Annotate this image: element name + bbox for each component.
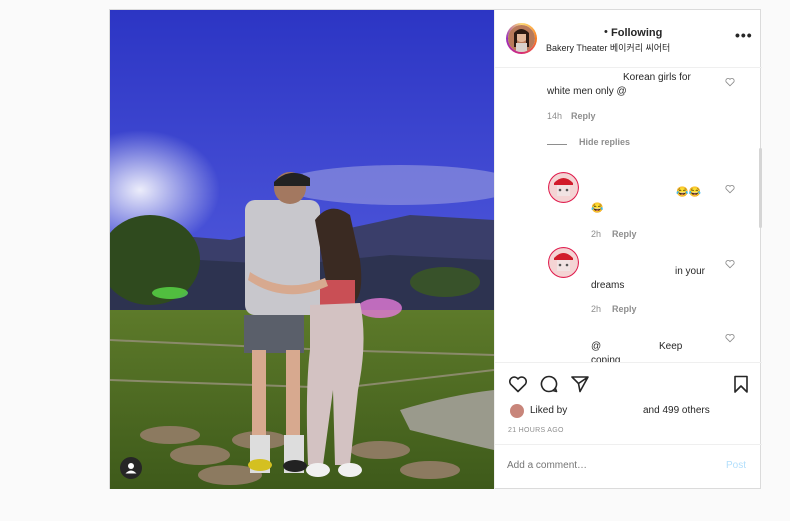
post-photo[interactable] xyxy=(110,10,494,489)
reply-text-line2: dreams xyxy=(591,280,625,291)
reply-text: in your xyxy=(675,266,706,277)
post-sidebar: • Following Bakery Theater 베이커리 씨어터 ••• … xyxy=(494,10,762,489)
post-comment-button[interactable]: Post xyxy=(726,460,746,471)
reply-text-mention[interactable]: @ xyxy=(591,340,601,354)
instagram-post: • Following Bakery Theater 베이커리 씨어터 ••• … xyxy=(109,9,762,489)
like-heart-icon[interactable] xyxy=(508,374,528,394)
share-icon[interactable] xyxy=(570,374,590,394)
reply-avatar[interactable] xyxy=(548,172,579,203)
reply-button[interactable]: Reply xyxy=(571,111,596,121)
comment-input[interactable] xyxy=(507,460,707,471)
comment-icon[interactable] xyxy=(539,374,559,394)
reply-text-line2: coping xyxy=(591,355,621,362)
author-avatar-image xyxy=(508,25,535,52)
likes-count-link[interactable]: and 499 others xyxy=(643,405,710,416)
comment-time: 14h xyxy=(547,111,563,121)
reply-button[interactable]: Reply xyxy=(612,229,637,239)
location-link[interactable]: Bakery Theater 베이커리 씨어터 xyxy=(546,41,670,54)
following-button[interactable]: Following xyxy=(611,27,662,39)
reply-emoji: 😂😂 xyxy=(676,187,701,198)
add-comment-bar: Post xyxy=(495,444,762,489)
like-comment-heart-icon[interactable] xyxy=(725,77,735,87)
comment-text-line2: white men only @ xyxy=(547,86,627,97)
hide-replies-line xyxy=(547,144,567,145)
post-photo-image xyxy=(110,10,494,489)
post-actions: Liked by and 499 others 21 HOURS AGO xyxy=(495,362,762,452)
like-reply-heart-icon[interactable] xyxy=(725,184,735,194)
reply-text: Keep xyxy=(659,341,683,352)
reply-button[interactable]: Reply xyxy=(612,304,637,314)
user-icon xyxy=(125,463,137,474)
liked-by-label: Liked by xyxy=(530,405,568,416)
post-timestamp[interactable]: 21 HOURS AGO xyxy=(508,427,564,434)
liker-avatar[interactable] xyxy=(510,404,524,418)
save-bookmark-icon[interactable] xyxy=(731,374,751,394)
reply-time: 2h xyxy=(591,229,602,239)
like-reply-heart-icon[interactable] xyxy=(725,259,735,269)
comments-list[interactable]: Korean girls for white men only @ 14h Re… xyxy=(495,68,762,362)
reply-avatar[interactable] xyxy=(548,247,579,278)
author-avatar[interactable] xyxy=(506,23,537,54)
hide-replies-button[interactable]: Hide replies xyxy=(579,137,630,147)
header-dot: • xyxy=(604,26,608,38)
like-reply-heart-icon[interactable] xyxy=(725,333,735,343)
reply-avatar-image xyxy=(548,247,579,278)
comment-text: Korean girls for xyxy=(623,72,691,83)
more-options-icon[interactable]: ••• xyxy=(735,27,753,43)
scrollbar-thumb[interactable] xyxy=(759,148,762,228)
author-photo xyxy=(508,25,535,52)
post-header: • Following Bakery Theater 베이커리 씨어터 ••• xyxy=(495,10,762,68)
reply-time: 2h xyxy=(591,304,602,314)
tagged-user-button[interactable] xyxy=(120,457,142,479)
comments-scrollbar[interactable] xyxy=(759,68,762,362)
reply-emoji-line2: 😂 xyxy=(591,203,604,214)
reply-avatar-image xyxy=(548,172,579,203)
